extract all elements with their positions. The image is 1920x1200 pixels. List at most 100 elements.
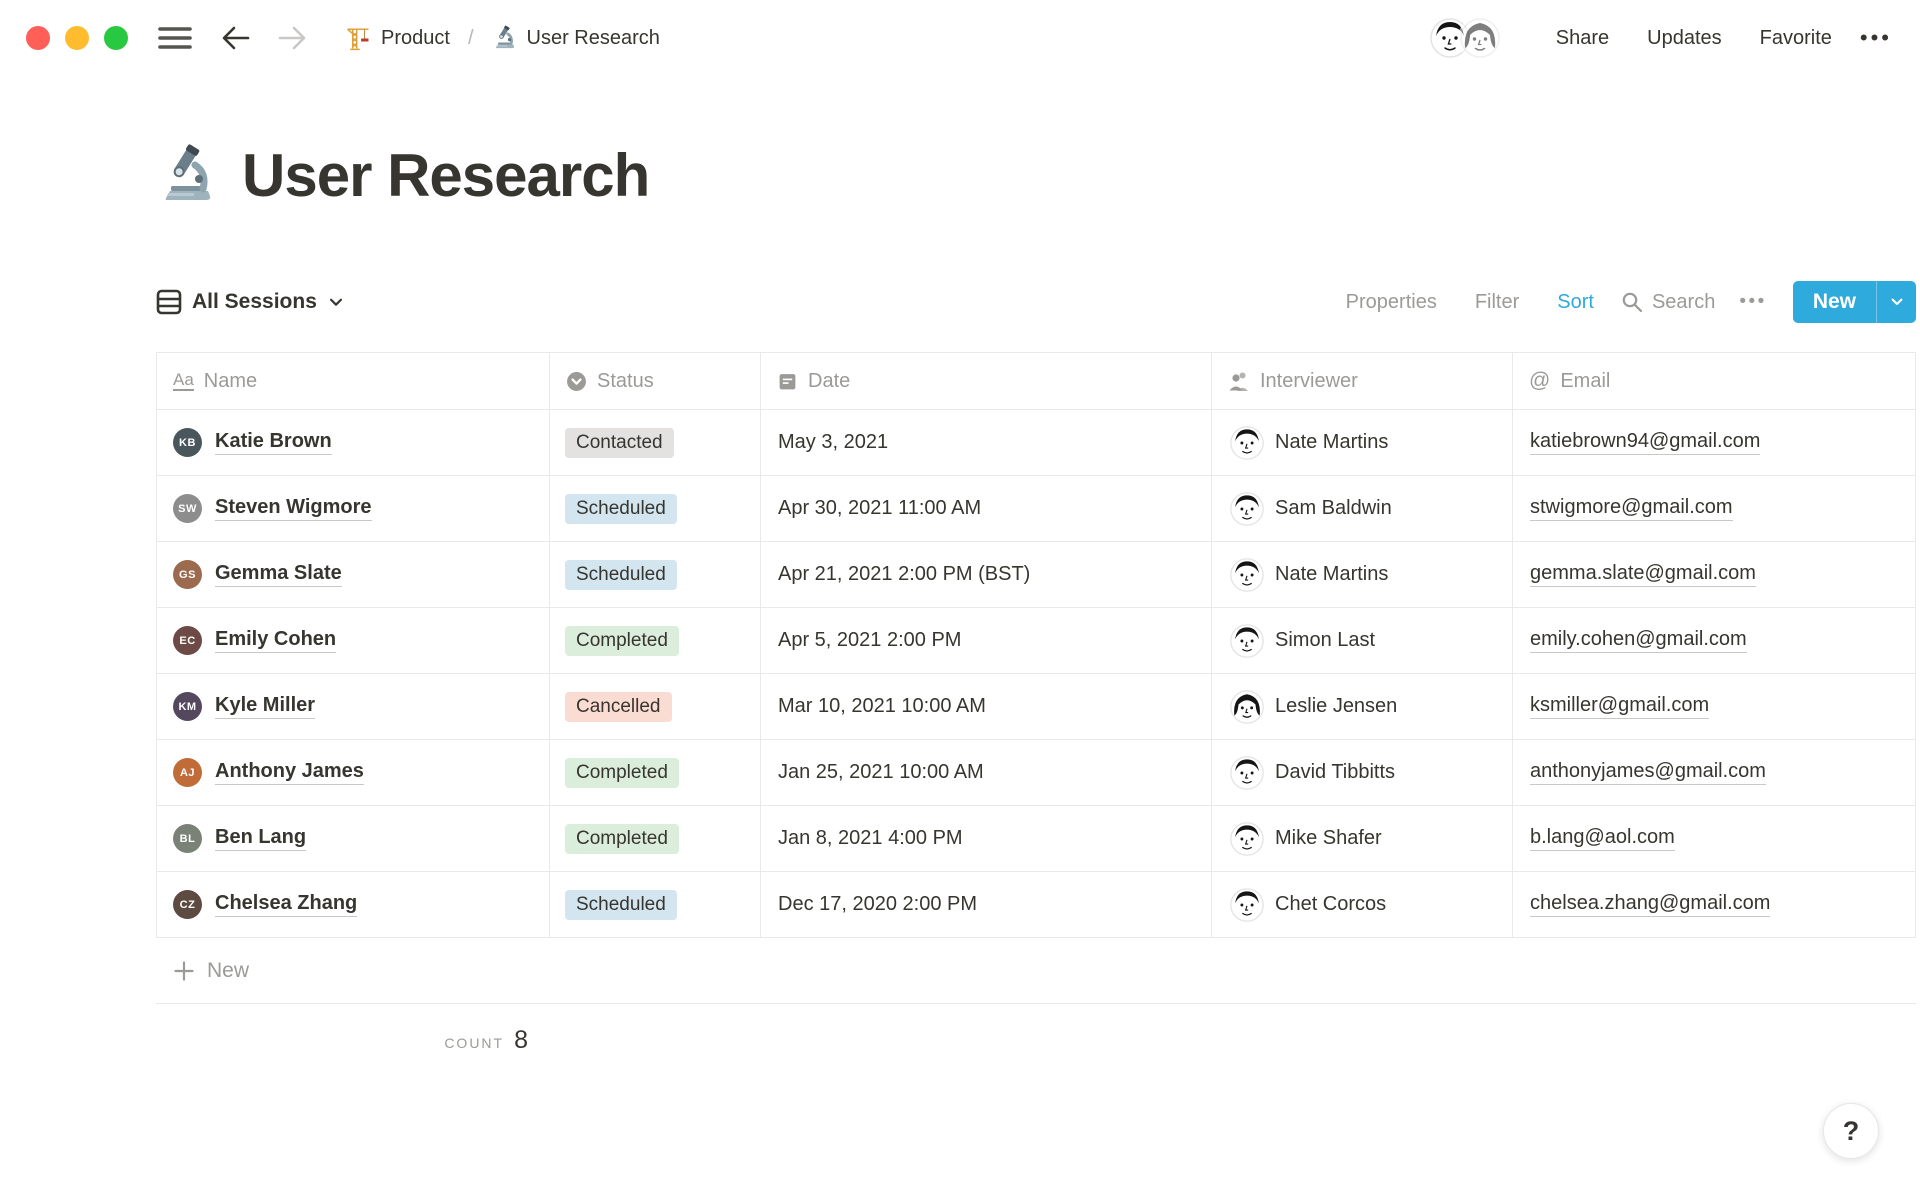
more-options-icon[interactable]: ••• [1860, 25, 1892, 51]
interviewer-cell[interactable]: David Tibbitts [1212, 740, 1513, 806]
interviewer-avatar [1230, 690, 1264, 724]
row-page-link[interactable]: Gemma Slate [215, 562, 342, 587]
table-header-row: Aa Name Status Date Interviewer @ Email [156, 352, 1916, 410]
interviewer-cell[interactable]: Nate Martins [1212, 410, 1513, 476]
status-cell[interactable]: Completed [550, 608, 761, 674]
row-page-link[interactable]: Kyle Miller [215, 694, 316, 719]
email-link[interactable]: anthonyjames@gmail.com [1530, 760, 1766, 785]
filter-button[interactable]: Filter [1467, 286, 1527, 319]
email-link[interactable]: katiebrown94@gmail.com [1530, 430, 1761, 455]
minimize-window-button[interactable] [65, 26, 89, 50]
avatar: KB [173, 428, 202, 457]
email-cell[interactable]: gemma.slate@gmail.com [1513, 542, 1916, 608]
status-cell[interactable]: Cancelled [550, 674, 761, 740]
date-cell[interactable]: Apr 30, 2021 11:00 AM [761, 476, 1212, 542]
email-link[interactable]: stwigmore@gmail.com [1530, 496, 1733, 521]
email-link[interactable]: ksmiller@gmail.com [1530, 694, 1710, 719]
count-aggregate[interactable]: COUNT 8 [156, 1004, 550, 1055]
status-cell[interactable]: Scheduled [550, 542, 761, 608]
email-cell[interactable]: ksmiller@gmail.com [1513, 674, 1916, 740]
breadcrumb-label: Product [381, 26, 450, 49]
date-cell[interactable]: Jan 8, 2021 4:00 PM [761, 806, 1212, 872]
column-header-name[interactable]: Aa Name [156, 353, 550, 410]
date-cell[interactable]: Apr 21, 2021 2:00 PM (BST) [761, 542, 1212, 608]
date-cell[interactable]: Jan 25, 2021 10:00 AM [761, 740, 1212, 806]
email-cell[interactable]: anthonyjames@gmail.com [1513, 740, 1916, 806]
search-button[interactable]: Search [1620, 290, 1715, 314]
table-row: KM Kyle Miller Cancelled Mar 10, 2021 10… [156, 674, 1916, 740]
email-link[interactable]: b.lang@aol.com [1530, 826, 1675, 851]
name-cell[interactable]: KM Kyle Miller [156, 674, 550, 740]
favorite-button[interactable]: Favorite [1752, 21, 1840, 56]
sidebar-menu-icon[interactable] [154, 20, 196, 56]
status-cell[interactable]: Completed [550, 740, 761, 806]
email-link[interactable]: gemma.slate@gmail.com [1530, 562, 1756, 587]
name-cell[interactable]: EC Emily Cohen [156, 608, 550, 674]
column-label: Email [1560, 369, 1611, 392]
date-cell[interactable]: Apr 5, 2021 2:00 PM [761, 608, 1212, 674]
updates-button[interactable]: Updates [1639, 21, 1730, 56]
interviewer-cell[interactable]: Sam Baldwin [1212, 476, 1513, 542]
new-button[interactable]: New [1793, 281, 1876, 323]
page-title[interactable]: User Research [242, 141, 650, 210]
row-page-link[interactable]: Katie Brown [215, 430, 332, 455]
back-arrow-icon[interactable] [216, 20, 256, 56]
status-cell[interactable]: Completed [550, 806, 761, 872]
add-new-row-button[interactable]: New [156, 938, 1916, 1004]
row-page-link[interactable]: Ben Lang [215, 826, 307, 851]
email-cell[interactable]: emily.cohen@gmail.com [1513, 608, 1916, 674]
properties-button[interactable]: Properties [1338, 286, 1445, 319]
collaborator-avatars[interactable] [1429, 18, 1500, 58]
date-cell[interactable]: May 3, 2021 [761, 410, 1212, 476]
name-cell[interactable]: AJ Anthony James [156, 740, 550, 806]
breadcrumb-item-product[interactable]: Product [338, 21, 456, 55]
sort-button[interactable]: Sort [1549, 286, 1602, 319]
new-button-dropdown[interactable] [1876, 281, 1916, 323]
forward-arrow-icon[interactable] [272, 20, 312, 56]
email-cell[interactable]: b.lang@aol.com [1513, 806, 1916, 872]
view-more-options-icon[interactable]: ••• [1739, 291, 1766, 313]
interviewer-cell[interactable]: Mike Shafer [1212, 806, 1513, 872]
row-page-link[interactable]: Emily Cohen [215, 628, 337, 653]
column-header-email[interactable]: @ Email [1513, 353, 1916, 410]
name-cell[interactable]: GS Gemma Slate [156, 542, 550, 608]
column-header-interviewer[interactable]: Interviewer [1212, 353, 1513, 410]
status-cell[interactable]: Scheduled [550, 476, 761, 542]
help-button[interactable]: ? [1823, 1103, 1879, 1159]
page-icon-microscope[interactable] [156, 136, 220, 214]
column-header-status[interactable]: Status [550, 353, 761, 410]
name-cell[interactable]: BL Ben Lang [156, 806, 550, 872]
interviewer-cell[interactable]: Simon Last [1212, 608, 1513, 674]
name-cell[interactable]: CZ Chelsea Zhang [156, 872, 550, 938]
zoom-window-button[interactable] [104, 26, 128, 50]
status-cell[interactable]: Contacted [550, 410, 761, 476]
email-link[interactable]: emily.cohen@gmail.com [1530, 628, 1747, 653]
email-cell[interactable]: chelsea.zhang@gmail.com [1513, 872, 1916, 938]
column-label: Date [808, 369, 851, 392]
collaborator-avatar[interactable] [1459, 18, 1500, 58]
row-page-link[interactable]: Chelsea Zhang [215, 892, 358, 917]
row-page-link[interactable]: Steven Wigmore [215, 496, 372, 521]
select-property-icon [567, 371, 586, 391]
interviewer-cell[interactable]: Chet Corcos [1212, 872, 1513, 938]
chevron-down-icon [1891, 298, 1902, 306]
interviewer-avatar [1230, 888, 1264, 922]
email-cell[interactable]: stwigmore@gmail.com [1513, 476, 1916, 542]
column-header-date[interactable]: Date [761, 353, 1212, 410]
status-badge: Contacted [565, 427, 674, 458]
status-cell[interactable]: Scheduled [550, 872, 761, 938]
interviewer-cell[interactable]: Leslie Jensen [1212, 674, 1513, 740]
view-switcher[interactable]: All Sessions [156, 285, 351, 319]
close-window-button[interactable] [26, 26, 50, 50]
name-cell[interactable]: SW Steven Wigmore [156, 476, 550, 542]
person-property-icon [1229, 372, 1248, 391]
email-cell[interactable]: katiebrown94@gmail.com [1513, 410, 1916, 476]
name-cell[interactable]: KB Katie Brown [156, 410, 550, 476]
breadcrumb-item-user-research[interactable]: User Research [486, 20, 666, 56]
date-cell[interactable]: Mar 10, 2021 10:00 AM [761, 674, 1212, 740]
share-button[interactable]: Share [1548, 21, 1617, 56]
date-cell[interactable]: Dec 17, 2020 2:00 PM [761, 872, 1212, 938]
row-page-link[interactable]: Anthony James [215, 760, 364, 785]
email-link[interactable]: chelsea.zhang@gmail.com [1530, 892, 1771, 917]
interviewer-cell[interactable]: Nate Martins [1212, 542, 1513, 608]
